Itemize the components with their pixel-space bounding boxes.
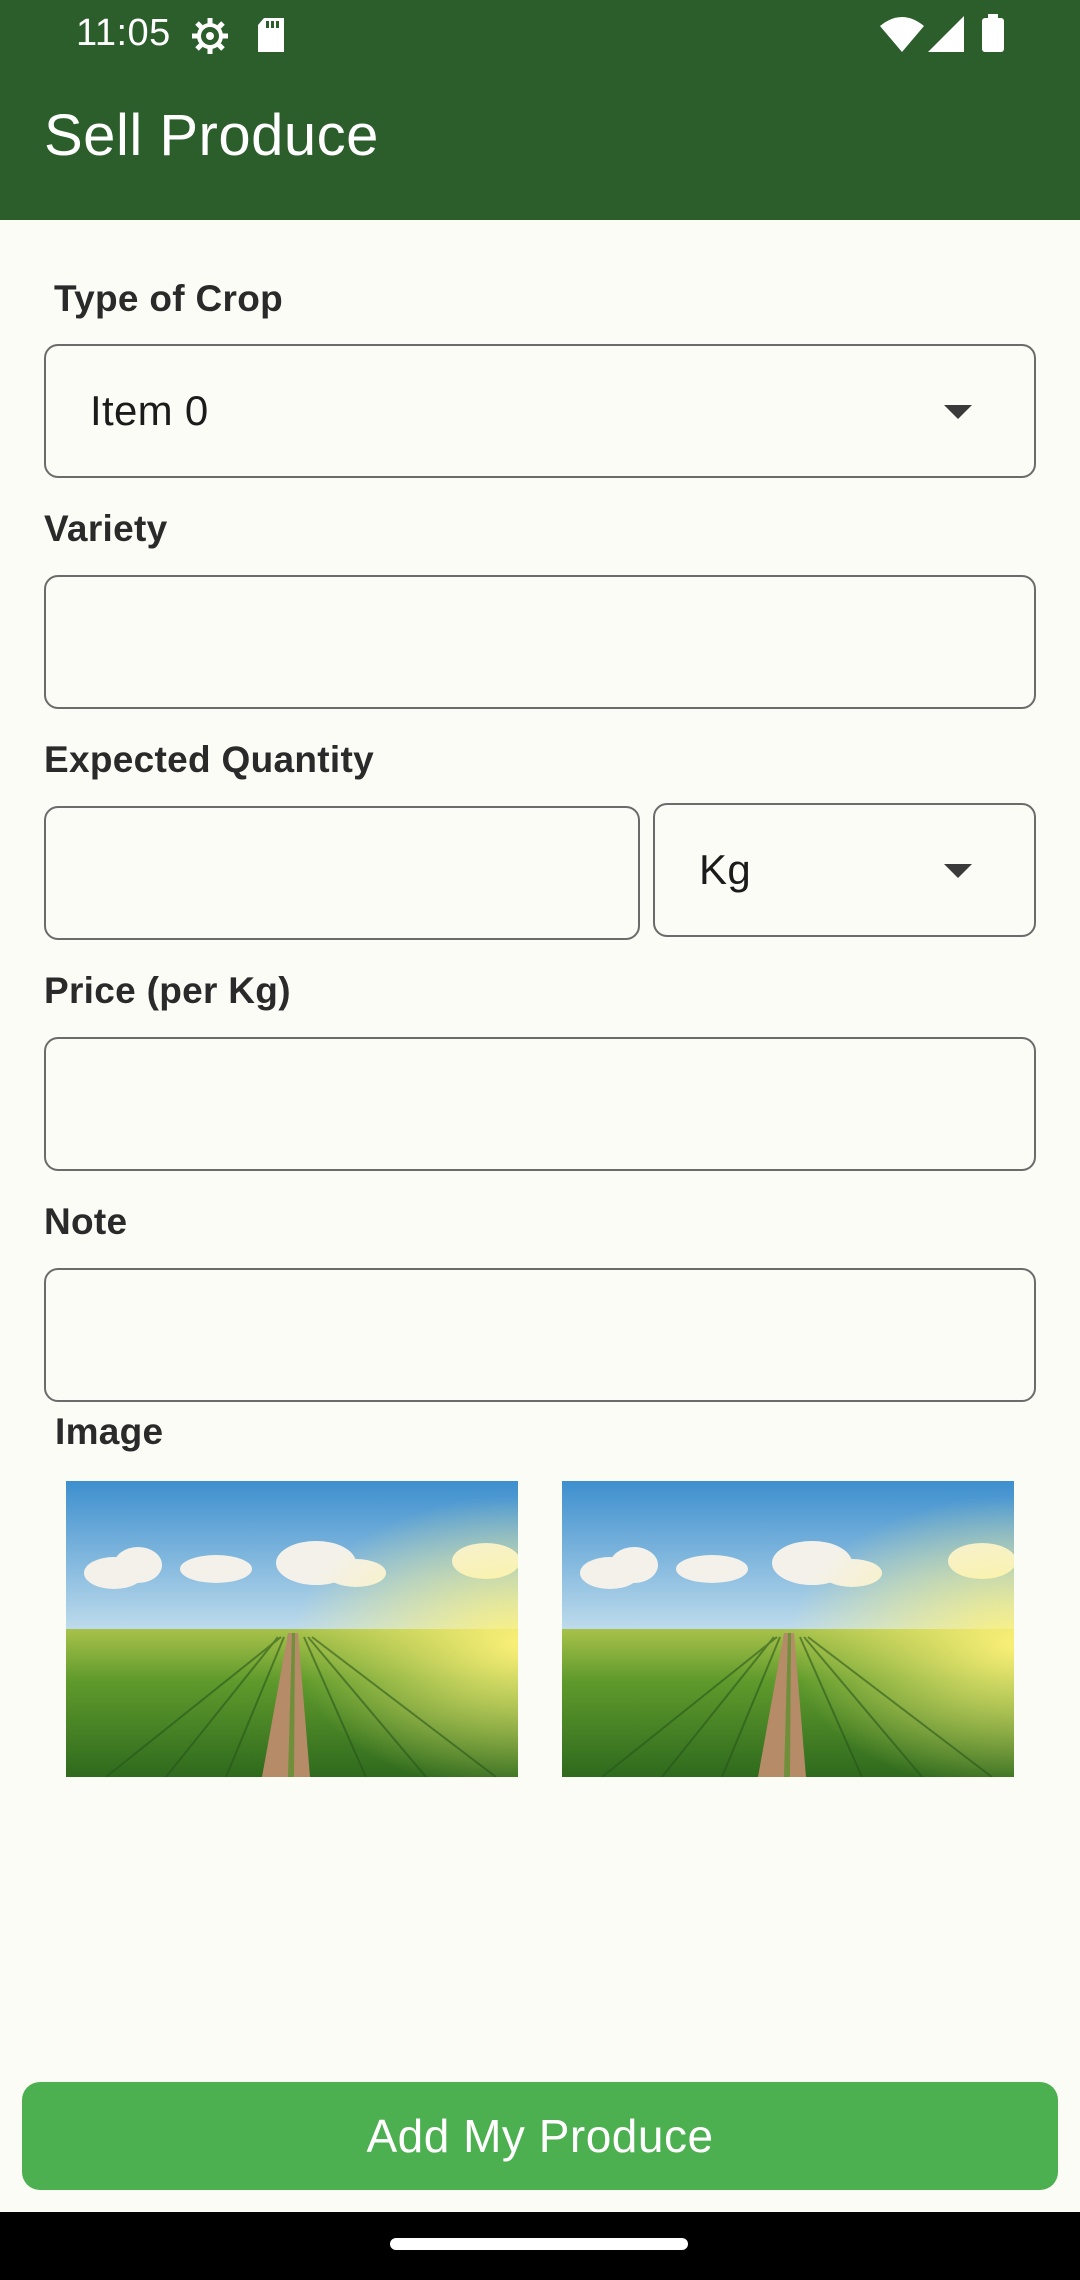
settings-icon: [190, 16, 230, 61]
variety-label: Variety: [44, 508, 168, 549]
status-time: 11:05: [76, 12, 171, 54]
price-field[interactable]: [46, 1039, 1034, 1169]
dropdown-arrow-icon: [944, 405, 972, 419]
wifi-icon: [880, 16, 924, 57]
quantity-field-container: [44, 806, 640, 940]
image-label: Image: [55, 1411, 164, 1452]
note-label: Note: [44, 1201, 128, 1242]
unit-dropdown[interactable]: Kg: [653, 803, 1036, 937]
dropdown-arrow-icon: [944, 864, 972, 878]
page-title: Sell Produce: [44, 103, 379, 168]
variety-field-container: [44, 575, 1036, 709]
home-gesture-handle[interactable]: [390, 2238, 688, 2250]
crop-type-selected: Item 0: [90, 387, 209, 434]
variety-field[interactable]: [46, 577, 1034, 707]
signal-icon: [928, 16, 964, 57]
price-field-container: [44, 1037, 1036, 1171]
price-label: Price (per Kg): [44, 970, 291, 1011]
expected-quantity-label: Expected Quantity: [44, 739, 374, 780]
unit-selected: Kg: [699, 846, 751, 893]
produce-image-2[interactable]: [562, 1481, 1014, 1777]
crop-type-label: Type of Crop: [54, 278, 284, 319]
sd-card-icon: [256, 18, 286, 57]
note-field[interactable]: [46, 1270, 1034, 1400]
produce-image-1[interactable]: [66, 1481, 518, 1777]
app-bar: 11:05 Sell Produce: [0, 0, 1080, 220]
quantity-field[interactable]: [46, 808, 638, 938]
crop-type-dropdown[interactable]: Item 0: [44, 344, 1036, 478]
note-field-container: [44, 1268, 1036, 1402]
battery-icon: [982, 14, 1004, 57]
add-produce-button[interactable]: Add My Produce: [22, 2082, 1058, 2190]
